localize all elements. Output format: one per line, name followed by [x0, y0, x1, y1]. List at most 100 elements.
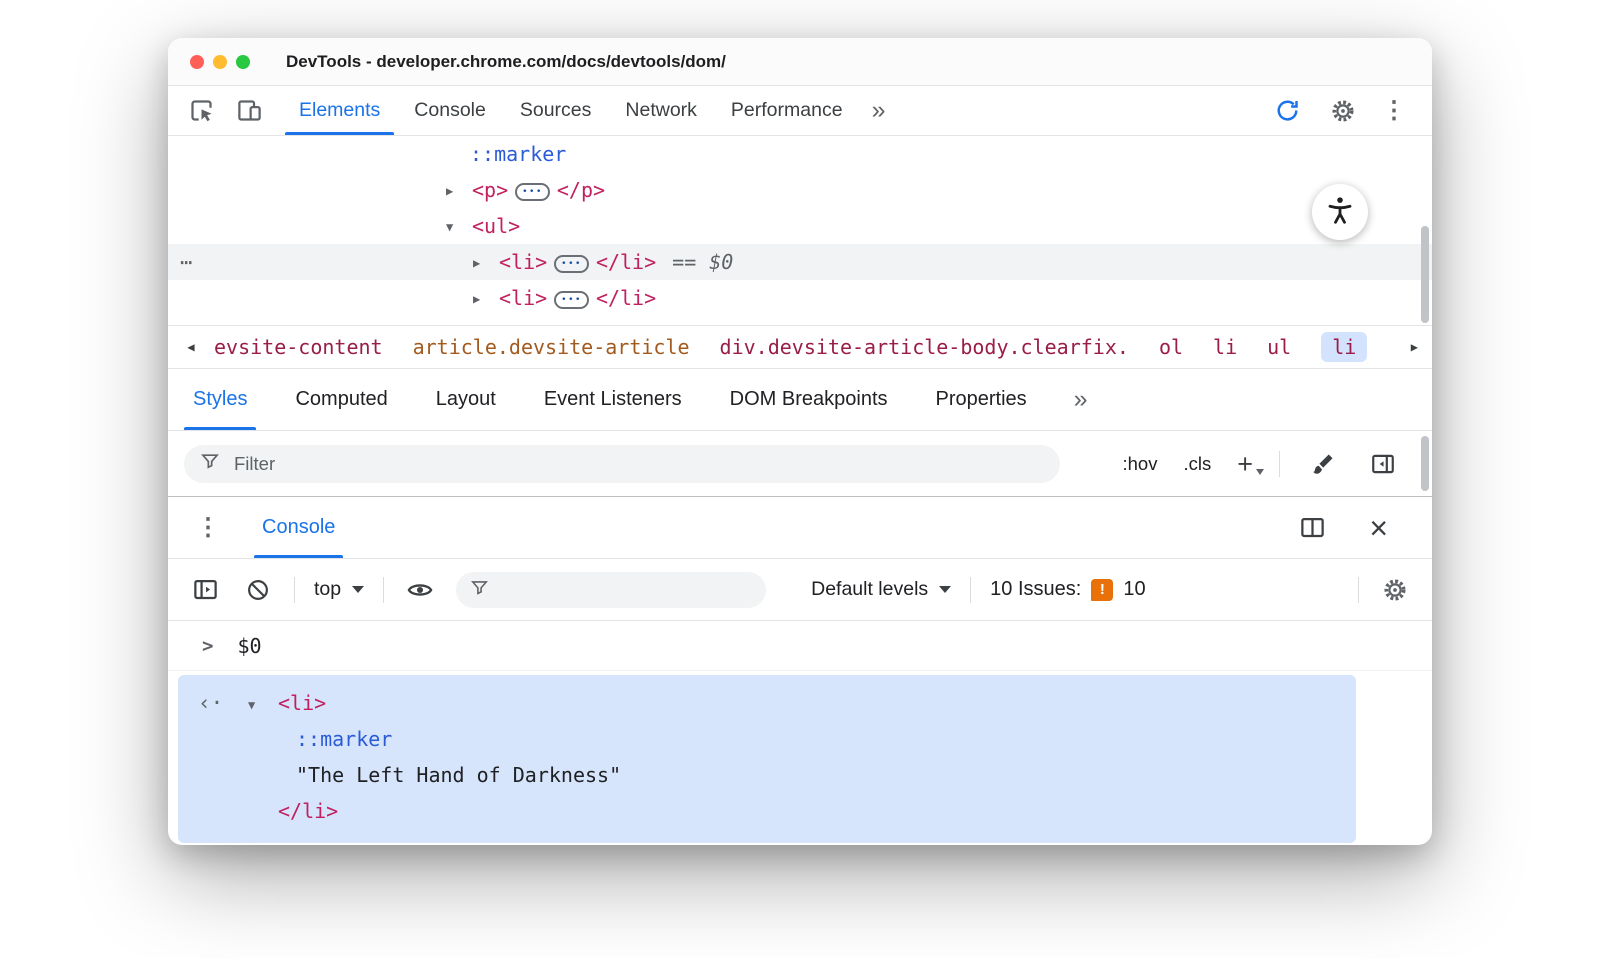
crumb-li[interactable]: li: [1213, 335, 1237, 359]
toggle-element-classes-button[interactable]: .cls: [1183, 453, 1211, 475]
result-line-text[interactable]: "The Left Hand of Darkness": [178, 757, 1356, 793]
tag-open: <li>: [499, 250, 548, 274]
inline-expand-button[interactable]: •••: [554, 255, 589, 273]
inspect-element-icon[interactable]: [184, 94, 218, 128]
toolbar-right-icons: ⋮: [1270, 86, 1432, 135]
crumb-div-body[interactable]: div.devsite-article-body.clearfix.: [720, 335, 1129, 359]
tab-event-listeners[interactable]: Event Listeners: [531, 369, 695, 430]
context-label: top: [314, 578, 342, 600]
titlebar: DevTools - developer.chrome.com/docs/dev…: [168, 38, 1432, 86]
tab-properties[interactable]: Properties: [923, 369, 1040, 430]
console-command-row[interactable]: > $0: [168, 621, 1432, 671]
tab-elements[interactable]: Elements: [282, 86, 397, 135]
zoom-window-button[interactable]: [236, 54, 250, 69]
console-filter-input[interactable]: [499, 578, 753, 601]
expand-arrow-icon[interactable]: ▶: [446, 173, 472, 209]
result-line-li-open[interactable]: ‹· ▼ <li>: [178, 685, 1356, 721]
styles-filter-input[interactable]: [232, 451, 1044, 476]
customize-devtools-icon[interactable]: ⋮: [1382, 96, 1406, 125]
console-toolbar: top Default levels 10 Issues: ! 10: [168, 559, 1432, 621]
tag-close: </li>: [278, 799, 339, 823]
pseudo-element-marker[interactable]: ::marker: [470, 142, 566, 166]
command-text: $0: [237, 633, 262, 658]
tag-close: </li>: [596, 322, 656, 325]
tree-row-li[interactable]: ▶ <li> ••• </li>: [168, 280, 1432, 316]
tab-computed[interactable]: Computed: [282, 369, 400, 430]
tree-row-li-selected[interactable]: ⋯ ▶ <li> ••• </li> == $0: [168, 244, 1432, 280]
toolbar-left-icons: [168, 86, 282, 135]
create-live-expression-eye-icon[interactable]: [403, 573, 437, 607]
console-sidebar-icon[interactable]: [188, 573, 222, 607]
crumb-article[interactable]: article.devsite-article: [413, 335, 690, 359]
refresh-device-icon[interactable]: [1270, 94, 1304, 128]
tab-dom-breakpoints[interactable]: DOM Breakpoints: [717, 369, 901, 430]
tab-layout[interactable]: Layout: [423, 369, 509, 430]
execution-context-dropdown[interactable]: top: [314, 578, 365, 601]
styles-filter-controls: :hov .cls +: [1123, 447, 1417, 481]
settings-gear-icon[interactable]: [1326, 94, 1360, 128]
dollar-zero-ref: $0: [709, 250, 734, 274]
crumbs-scroll-right-icon[interactable]: ▶: [1411, 340, 1432, 354]
crumb-list: evsite-content article.devsite-article d…: [214, 332, 1368, 362]
result-line-li-close[interactable]: </li>: [178, 793, 1356, 829]
styles-scrollbar-thumb[interactable]: [1421, 436, 1429, 491]
drawer-tab-console[interactable]: Console: [254, 497, 344, 558]
divider: [1358, 576, 1359, 603]
expand-arrow-icon[interactable]: ▶: [473, 281, 499, 317]
log-levels-dropdown[interactable]: Default levels: [811, 578, 952, 601]
tab-performance[interactable]: Performance: [714, 86, 860, 135]
minimize-window-button[interactable]: [213, 54, 227, 69]
tab-network[interactable]: Network: [608, 86, 714, 135]
toggle-hover-state-button[interactable]: :hov: [1123, 453, 1158, 475]
crumb-li-selected[interactable]: li: [1321, 332, 1368, 362]
device-toolbar-icon[interactable]: [232, 94, 266, 128]
returned-value-arrow-icon: ‹·: [198, 691, 224, 715]
crumb-devsite-content[interactable]: evsite-content: [214, 335, 383, 359]
console-settings-gear-icon[interactable]: [1378, 573, 1412, 607]
accessibility-fab-button[interactable]: [1312, 184, 1368, 240]
tag-open: <li>: [499, 286, 548, 310]
tab-sources[interactable]: Sources: [503, 86, 609, 135]
clear-console-icon[interactable]: [241, 573, 275, 607]
crumb-ul[interactable]: ul: [1267, 335, 1291, 359]
elements-scrollbar-thumb[interactable]: [1421, 226, 1429, 323]
close-window-button[interactable]: [190, 54, 204, 69]
node-more-actions-icon[interactable]: ⋯: [180, 244, 194, 280]
styles-filter-row: :hov .cls +: [168, 431, 1432, 496]
more-panels-icon[interactable]: »: [860, 86, 896, 135]
issues-counter[interactable]: 10 Issues: ! 10: [990, 578, 1146, 601]
console-filter-box[interactable]: [456, 571, 767, 608]
command-chevron-icon: >: [202, 634, 214, 657]
tab-console[interactable]: Console: [397, 86, 503, 135]
tag-close: </li>: [595, 250, 657, 274]
styles-filter-box[interactable]: [184, 444, 1060, 483]
crumbs-scroll-left-icon[interactable]: ◀: [168, 340, 214, 354]
more-sidebar-tabs-icon[interactable]: »: [1062, 369, 1098, 430]
crumb-ol[interactable]: ol: [1159, 335, 1183, 359]
expand-arrow-icon[interactable]: ▶: [473, 245, 499, 281]
panel-tabs: Elements Console Sources Network Perform…: [282, 86, 860, 135]
close-drawer-icon[interactable]: ×: [1369, 512, 1388, 544]
split-panel-icon[interactable]: [1295, 511, 1329, 545]
collapse-arrow-icon[interactable]: ▼: [446, 209, 472, 245]
devtools-window: DevTools - developer.chrome.com/docs/dev…: [168, 38, 1432, 845]
new-style-rule-button[interactable]: +: [1237, 450, 1264, 477]
result-line-marker[interactable]: ::marker: [178, 721, 1356, 757]
tree-row-marker[interactable]: ::marker: [168, 136, 1432, 172]
rendering-emulation-brush-icon[interactable]: [1306, 447, 1340, 481]
inline-expand-button[interactable]: •••: [554, 291, 589, 309]
elements-dom-tree: ::marker ▶ <p> ••• </p> ▼ <ul> ⋯ ▶ <li> ••• </l…: [168, 136, 1432, 325]
tab-styles[interactable]: Styles: [180, 369, 260, 430]
inline-expand-button[interactable]: •••: [515, 183, 550, 201]
collapse-arrow-icon[interactable]: ▼: [248, 687, 255, 723]
toggle-sidebar-icon[interactable]: [1366, 447, 1400, 481]
console-drawer-header: ⋮ Console ×: [168, 496, 1432, 559]
window-title: DevTools - developer.chrome.com/docs/dev…: [286, 51, 726, 71]
tree-row-p[interactable]: ▶ <p> ••• </p>: [168, 172, 1432, 208]
console-result-block[interactable]: ‹· ▼ <li> ::marker "The Left Hand of Dar…: [178, 675, 1356, 843]
tree-row-li-partial[interactable]: ▶<li>•••</li>: [168, 316, 1432, 325]
tree-row-ul[interactable]: ▼ <ul>: [168, 208, 1432, 244]
expand-arrow-icon[interactable]: ▶: [473, 317, 499, 325]
dropdown-caret-icon: [939, 586, 952, 593]
drawer-more-options-icon[interactable]: ⋮: [168, 513, 220, 542]
